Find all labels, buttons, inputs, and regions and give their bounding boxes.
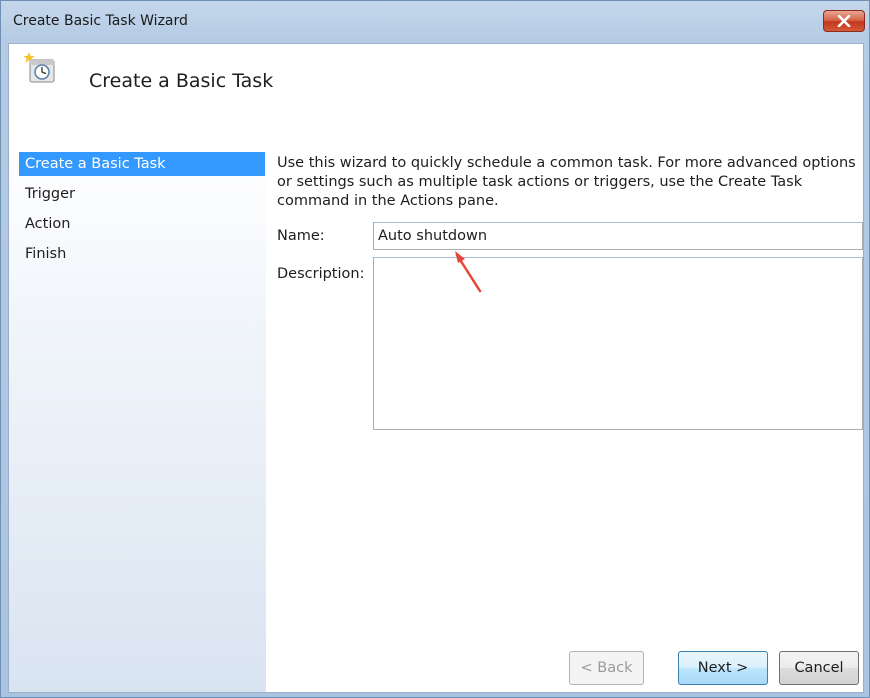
- close-button[interactable]: [823, 10, 865, 32]
- wizard-window: Create Basic Task Wizard Create a Basic …: [0, 0, 870, 698]
- intro-text: Use this wizard to quickly schedule a co…: [277, 155, 856, 209]
- wizard-header: Create a Basic Task: [9, 44, 863, 144]
- nav-step-trigger[interactable]: Trigger: [19, 182, 265, 206]
- cancel-button[interactable]: Cancel: [779, 651, 859, 685]
- description-label: Description:: [277, 266, 365, 282]
- nav-step-finish[interactable]: Finish: [19, 242, 265, 266]
- name-input[interactable]: Auto shutdown: [373, 222, 863, 250]
- nav-step-action[interactable]: Action: [19, 212, 265, 236]
- wizard-steps-nav: Create a Basic Task Trigger Action Finis…: [9, 144, 266, 692]
- annotation-arrow-icon: [455, 251, 482, 293]
- wizard-client-area: Create a Basic Task Create a Basic Task …: [8, 43, 864, 693]
- next-button[interactable]: Next >: [678, 651, 768, 685]
- name-label: Name:: [277, 228, 325, 244]
- page-title: Create a Basic Task: [89, 70, 274, 92]
- back-button[interactable]: < Back: [569, 651, 644, 685]
- nav-step-create-basic-task[interactable]: Create a Basic Task: [19, 152, 265, 176]
- close-icon: [837, 15, 851, 27]
- window-title: Create Basic Task Wizard: [13, 13, 188, 29]
- title-bar[interactable]: Create Basic Task Wizard: [1, 1, 869, 41]
- task-scheduler-clock-icon: [23, 52, 55, 83]
